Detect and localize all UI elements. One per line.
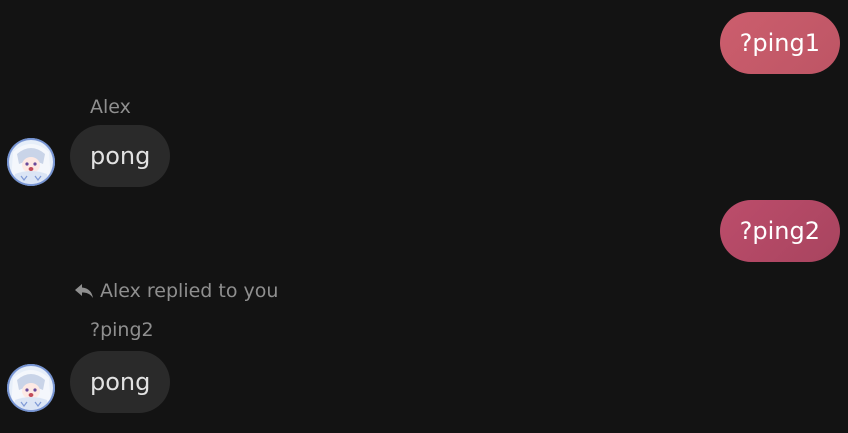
- user-avatar[interactable]: [7, 364, 55, 412]
- incoming-message-bubble[interactable]: pong: [70, 125, 171, 187]
- reply-arrow-icon: [75, 284, 93, 298]
- message-text: ?ping1: [739, 29, 820, 57]
- incoming-message-bubble[interactable]: pong: [70, 351, 171, 413]
- outgoing-message-bubble[interactable]: ?ping2: [719, 200, 840, 262]
- message-text: ?ping2: [739, 217, 820, 245]
- reply-notice-text: Alex replied to you: [100, 280, 279, 302]
- message-text: pong: [90, 142, 151, 170]
- chat-thread: ?ping1 Alex pong ?ping2 Alex replied to …: [0, 0, 848, 433]
- reply-preview-text[interactable]: ?ping2: [90, 319, 154, 341]
- outgoing-message-bubble[interactable]: ?ping1: [719, 12, 840, 74]
- avatar-image: [8, 139, 54, 185]
- message-text: pong: [90, 368, 151, 396]
- user-avatar[interactable]: [7, 138, 55, 186]
- reply-notice[interactable]: Alex replied to you: [74, 280, 278, 302]
- avatar-image: [8, 365, 54, 411]
- sender-name: Alex: [90, 96, 131, 118]
